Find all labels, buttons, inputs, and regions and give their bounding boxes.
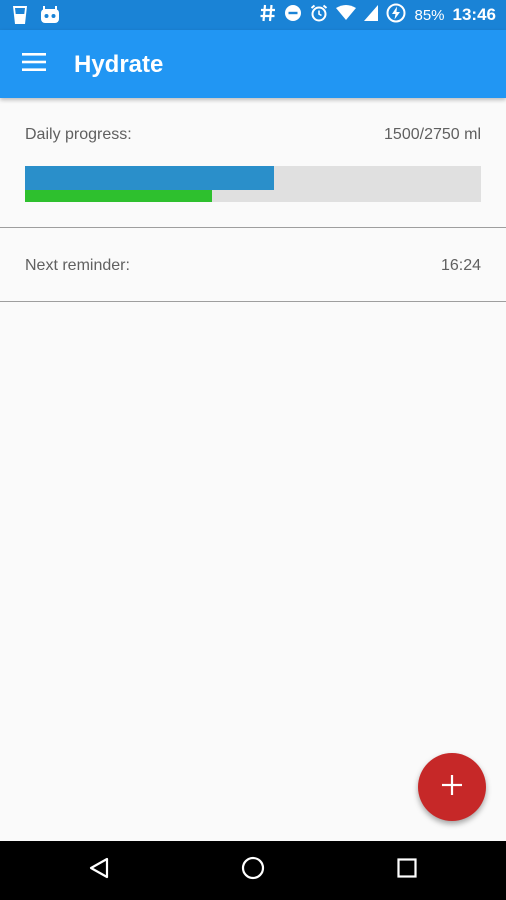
progress-bar (25, 166, 481, 202)
recents-icon (397, 857, 417, 883)
android-icon (40, 6, 60, 29)
page-title: Hydrate (74, 51, 164, 78)
progress-bar-fill-secondary (25, 190, 212, 202)
app-bar: Hydrate (0, 30, 506, 98)
daily-progress-card: Daily progress: 1500/2750 ml (0, 98, 506, 228)
system-navigation-bar (0, 841, 506, 900)
recents-button[interactable] (392, 855, 422, 885)
status-bar: 85% 13:46 (0, 0, 506, 30)
do-not-disturb-icon (284, 4, 302, 27)
add-water-button[interactable] (418, 753, 486, 821)
daily-progress-value: 1500/2750 ml (384, 126, 481, 143)
alarm-icon (310, 4, 328, 27)
home-button[interactable] (238, 855, 268, 885)
home-icon (241, 856, 265, 885)
battery-percentage: 85% (414, 6, 445, 24)
daily-progress-label: Daily progress: (25, 126, 132, 143)
plus-icon (442, 774, 462, 800)
progress-bar-fill-primary (25, 166, 274, 190)
back-button[interactable] (84, 855, 114, 885)
next-reminder-label: Next reminder: (25, 257, 130, 274)
next-reminder-time: 16:24 (440, 257, 481, 274)
hamburger-menu-icon (22, 52, 46, 76)
clock: 13:46 (452, 5, 496, 24)
battery-charging-icon (386, 3, 406, 28)
hash-icon (260, 4, 276, 27)
menu-button[interactable] (16, 50, 52, 78)
signal-icon (364, 4, 379, 26)
next-reminder-row: Next reminder: 16:24 (0, 229, 506, 302)
back-icon (88, 857, 110, 884)
wifi-icon (336, 4, 357, 26)
cup-icon (12, 5, 28, 30)
